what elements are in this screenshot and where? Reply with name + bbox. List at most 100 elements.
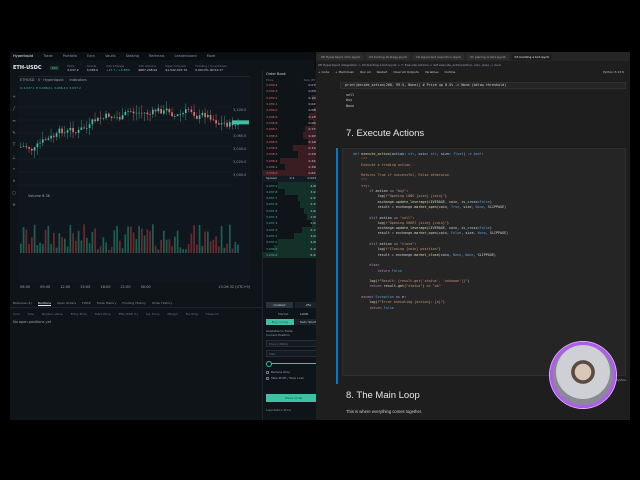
crosshair-icon[interactable]: + (12, 94, 15, 99)
price-chart[interactable]: 3,100.03,080.03,060.03,040.03,020.03,000… (10, 76, 250, 282)
brush-icon[interactable]: ✎ (12, 130, 15, 135)
nav-item-more[interactable]: More (207, 54, 216, 58)
breadcrumb[interactable]: 08 Hyperliquid integration > 03 building… (318, 63, 501, 67)
bid-row[interactable]: 3,036.8 6.224 (263, 251, 322, 259)
stat-value: 3,038.0 (86, 68, 99, 72)
candle (99, 117, 102, 119)
fib-icon[interactable]: ≡ (12, 118, 15, 123)
order-book-title: Order Book (266, 72, 286, 76)
tab-positions[interactable]: Positions (37, 301, 51, 306)
size-input[interactable]: Size (266, 350, 322, 357)
symbol-selector[interactable]: ETH-USDC (13, 65, 42, 71)
volume-bar (138, 226, 140, 253)
nav-item-staking[interactable]: Staking (126, 54, 139, 58)
run-all-button[interactable]: Run All (360, 70, 370, 74)
candle (146, 112, 149, 115)
buy-long-button[interactable]: Buy / Long (266, 319, 294, 325)
restart-button[interactable]: Restart (377, 70, 388, 74)
volume-bar (229, 224, 231, 253)
editor-tab-active[interactable]: 03 building a bot.ipynb (511, 53, 553, 60)
volume-bar (149, 231, 151, 253)
book-price: 3,037.9 (266, 183, 278, 188)
measure-icon[interactable]: ⟂ (13, 154, 16, 159)
candle (28, 147, 30, 149)
volume-bar (22, 227, 25, 253)
magnet-icon[interactable]: ∩ (13, 178, 16, 183)
col-coin: Coin (13, 312, 20, 316)
volume-bar (132, 232, 135, 253)
time-tick: 18:00 (100, 285, 111, 289)
reduce-only-checkbox[interactable]: Reduce Only (266, 370, 322, 374)
volume-bar (237, 244, 239, 253)
col-position-value: Position Value (41, 312, 63, 316)
cell-language[interactable]: Python (616, 378, 626, 382)
volume-bar (124, 234, 127, 253)
volume-bar (25, 229, 28, 253)
volume-bar (58, 233, 61, 253)
editor-tab[interactable]: 08 Hyperliquid intro.ipynb (318, 53, 364, 60)
tpsl-checkbox[interactable]: Take Profit / Stop Loss (266, 376, 322, 380)
volume-bar (163, 230, 165, 253)
indicators-button[interactable]: Indicators (69, 78, 86, 82)
zoom-icon[interactable]: ⌕ (13, 166, 15, 171)
tab-open-orders[interactable]: Open Orders (57, 301, 76, 305)
nav-item-trade[interactable]: Trade (43, 54, 53, 58)
book-price: 3,037.3 (266, 221, 278, 226)
book-price: 3,038.7 (266, 127, 278, 132)
lock-icon[interactable]: ▢ (12, 190, 16, 195)
volume-bar (86, 237, 88, 253)
kernel-picker[interactable]: Python 3.13.5 (603, 70, 624, 74)
tab-funding-history[interactable]: Funding History (122, 301, 146, 305)
trendline-icon[interactable]: ╱ (13, 106, 15, 111)
tab-limit[interactable]: Limit (300, 312, 307, 316)
tab-order-history[interactable]: Order History (152, 301, 172, 305)
ask-row[interactable]: 3,038.0 0.6271 (263, 170, 322, 177)
candle (75, 132, 77, 133)
brand-logo[interactable]: Hyperliquid (13, 54, 33, 58)
candle (218, 123, 220, 125)
text-icon[interactable]: T (13, 142, 15, 147)
price-input[interactable]: Price (USDC) (266, 340, 322, 347)
book-price: 3,038.3 (266, 152, 278, 157)
editor-tab[interactable]: 01 placing orders.ipynb (467, 53, 509, 60)
size-slider[interactable] (266, 361, 322, 367)
close-all-button[interactable]: Close All (206, 312, 219, 316)
book-price: 3,038.2 (266, 158, 278, 163)
candle (61, 128, 63, 134)
isolated-button[interactable]: Isolated (266, 302, 293, 308)
tab-balances[interactable]: Balances (1) (13, 301, 32, 305)
editor-tab[interactable]: 10 signal and execution.ipynb (412, 53, 465, 60)
tab-market[interactable]: Market (278, 312, 288, 316)
clear-outputs-button[interactable]: Clear All Outputs (393, 70, 418, 74)
tab-trade-history[interactable]: Trade History (97, 301, 117, 305)
volume-bar (165, 239, 168, 253)
candle (215, 120, 217, 124)
book-price: 3,036.8 (266, 252, 278, 257)
candle (220, 123, 223, 125)
code-cell-top[interactable]: print(decide_action(200, 99.5, None)) # … (340, 82, 626, 89)
trash-icon[interactable]: ✕ (12, 202, 15, 207)
place-order-button[interactable]: Place Order (266, 394, 322, 402)
outline-button[interactable]: Outline (445, 70, 456, 74)
tab-twap[interactable]: TWAP (82, 301, 91, 305)
candle (53, 135, 55, 137)
editor-tab[interactable]: 09 trading strategy.ipynb (366, 53, 410, 60)
cell-output: sell buy None (346, 93, 354, 109)
candle (143, 112, 146, 114)
nav-item-vaults[interactable]: Vaults (105, 54, 116, 58)
candle (185, 109, 187, 114)
nav-item-earn[interactable]: Earn (87, 54, 95, 58)
variables-button[interactable]: Variables (425, 70, 439, 74)
chart-symbol[interactable]: ETHUSD · 5 · Hyperliquid (20, 78, 63, 82)
volume-bar (36, 245, 39, 253)
volume-bar (187, 243, 190, 253)
add-code-button[interactable]: + Code (318, 70, 329, 74)
nav-item-portfolio[interactable]: Portfolio (63, 54, 77, 58)
volume-bar (50, 243, 52, 253)
volume-bar (61, 237, 63, 253)
add-markdown-button[interactable]: + Markdown (335, 70, 354, 74)
volume-bar (110, 247, 113, 253)
volume-bar (31, 237, 33, 253)
nav-item-referrals[interactable]: Referrals (149, 54, 165, 58)
nav-item-leaderboard[interactable]: Leaderboard (174, 54, 196, 58)
